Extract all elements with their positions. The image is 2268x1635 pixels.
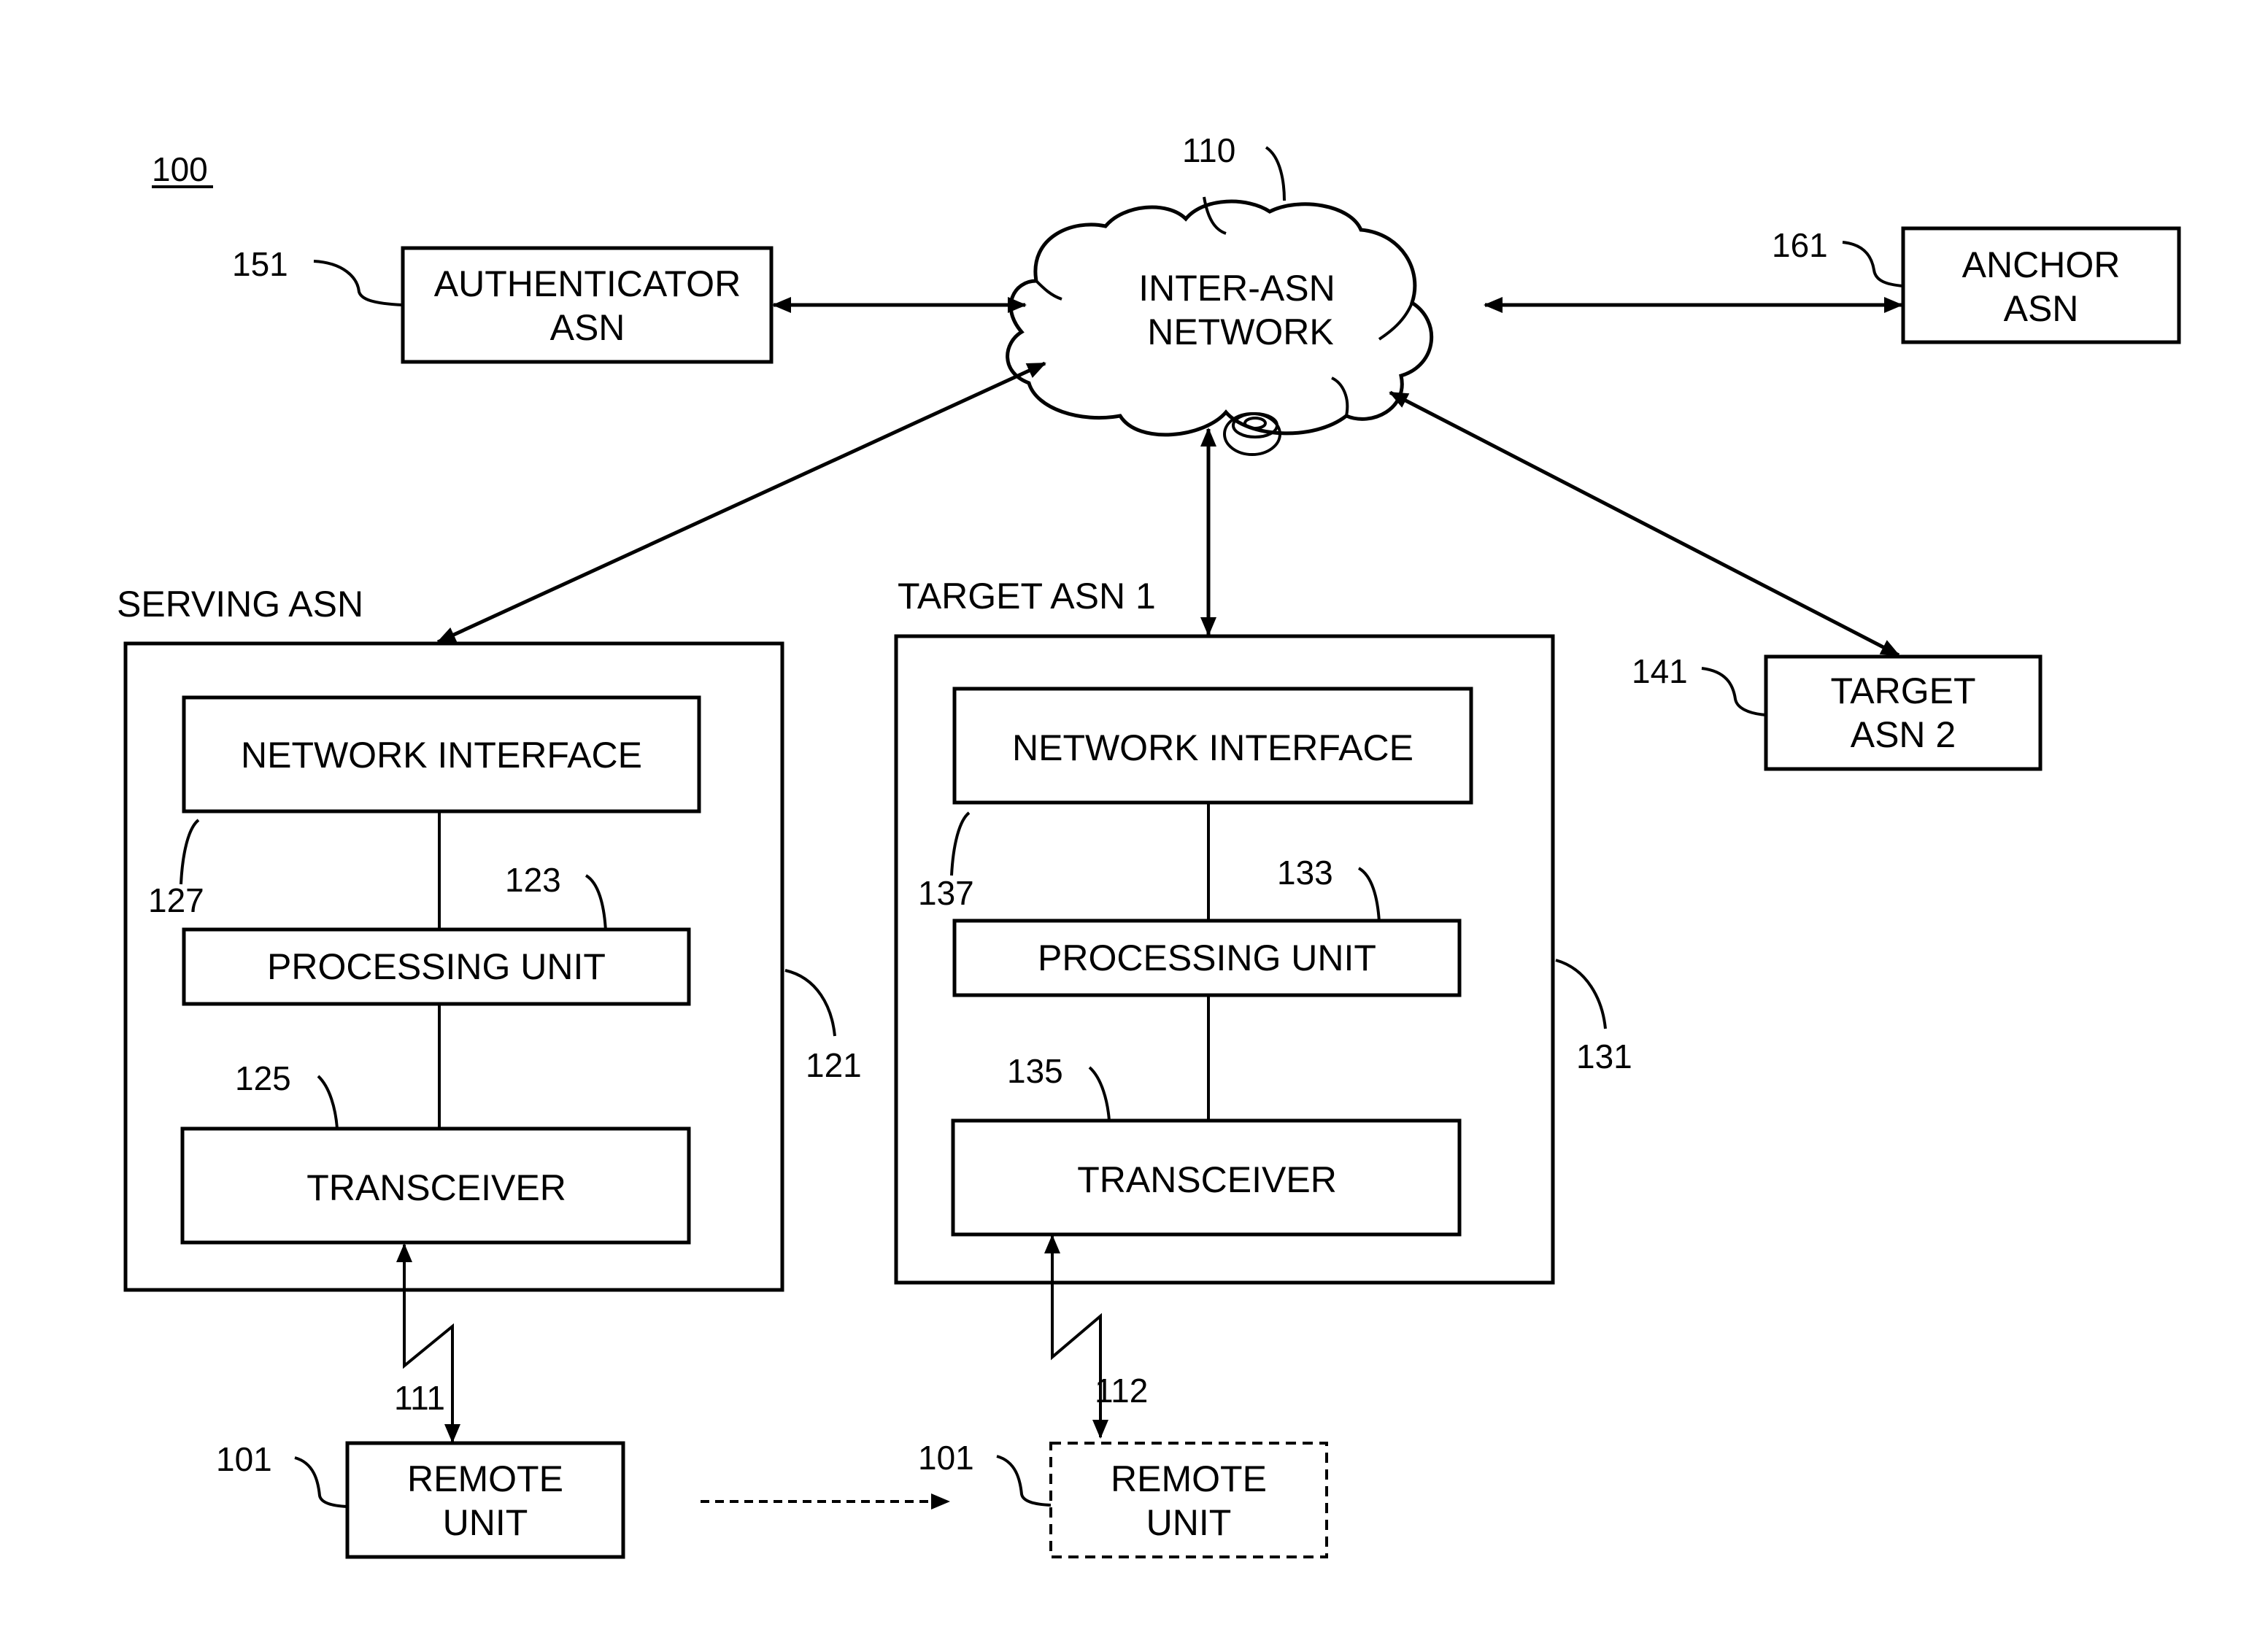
remote-unit-future-ref: 101 — [918, 1439, 974, 1477]
target1-tx-ref: 135 — [1007, 1052, 1063, 1090]
serving-asn-ref: 121 — [806, 1046, 862, 1084]
remote-unit-future: REMOTE UNIT 101 — [918, 1439, 1328, 1558]
target1-ni-ref: 137 — [918, 874, 974, 912]
diagram-canvas: 100 INTER-ASN NETWORK 110 AUTHENTICATOR … — [117, 131, 2181, 1559]
network-label-line2: NETWORK — [1147, 312, 1334, 352]
authenticator-asn: AUTHENTICATOR ASN 151 — [232, 245, 774, 364]
inter-asn-network-cloud: INTER-ASN NETWORK 110 — [1006, 131, 1434, 456]
anchor-label-line1: ANCHOR — [1962, 244, 2121, 285]
network-node-icon-inner — [1243, 417, 1267, 430]
target2-label-line2: ASN 2 — [1851, 714, 1956, 755]
network-ref: 110 — [1182, 131, 1235, 169]
remote-unit-current-ref-leader — [294, 1456, 348, 1508]
target-asn-2: TARGET ASN 2 141 — [1632, 652, 2043, 771]
anchor-asn: ANCHOR ASN 161 — [1772, 226, 2181, 344]
remote-unit-current-ref: 101 — [216, 1440, 272, 1478]
authenticator-ref-leader — [313, 260, 404, 306]
remote-unit-current-line1: REMOTE — [407, 1458, 563, 1499]
anchor-ref: 161 — [1772, 226, 1828, 264]
remote-unit-future-ref-leader — [996, 1455, 1052, 1507]
figure-ref: 100 — [152, 150, 213, 188]
network-target2-link — [1389, 390, 1900, 657]
wireless-link-112-ref: 112 — [1095, 1372, 1148, 1410]
target1-pu-ref: 133 — [1277, 854, 1333, 892]
serving-asn-title: SERVING ASN — [117, 584, 363, 625]
target2-label-line1: TARGET — [1830, 670, 1975, 711]
remote-unit-current: REMOTE UNIT 101 — [216, 1440, 625, 1559]
target2-ref: 141 — [1632, 652, 1688, 690]
network-label-line1: INTER-ASN — [1138, 268, 1335, 309]
serving-tx-ref: 125 — [235, 1059, 291, 1097]
authenticator-label-line1: AUTHENTICATOR — [434, 263, 741, 304]
target1-asn-ref-leader — [1555, 959, 1607, 1029]
serving-asn-ref-leader — [784, 969, 836, 1037]
cloud-inner-curve — [1378, 302, 1413, 341]
serving-network-interface-label: NETWORK INTERFACE — [241, 735, 642, 776]
target1-processing-unit-label: PROCESSING UNIT — [1038, 938, 1376, 978]
cloud-inner-curve — [1331, 376, 1349, 417]
remote-unit-future-line2: UNIT — [1146, 1502, 1232, 1543]
serving-transceiver-label: TRANSCEIVER — [306, 1167, 566, 1208]
cloud-inner-curve — [1035, 279, 1062, 301]
remote-unit-current-line2: UNIT — [443, 1502, 528, 1543]
serving-pu-ref: 123 — [505, 861, 561, 899]
serving-asn: SERVING ASN NETWORK INTERFACE PROCESSING… — [117, 584, 862, 1292]
authenticator-ref: 151 — [232, 245, 288, 283]
target1-asn-title: TARGET ASN 1 — [898, 576, 1156, 616]
network-ref-leader — [1265, 146, 1286, 201]
target1-network-interface-label: NETWORK INTERFACE — [1012, 727, 1413, 768]
serving-ni-ref: 127 — [148, 881, 204, 919]
wireless-link-111-ref: 111 — [394, 1379, 445, 1417]
serving-processing-unit-label: PROCESSING UNIT — [267, 946, 606, 987]
target1-transceiver-label: TRANSCEIVER — [1077, 1159, 1337, 1200]
target1-asn-ref: 131 — [1576, 1037, 1632, 1075]
remote-unit-future-line1: REMOTE — [1111, 1458, 1267, 1499]
target-asn-1: TARGET ASN 1 NETWORK INTERFACE PROCESSIN… — [894, 576, 1632, 1285]
authenticator-label-line2: ASN — [550, 307, 625, 348]
anchor-label-line2: ASN — [2004, 288, 2079, 329]
anchor-ref-leader — [1842, 241, 1904, 287]
target2-ref-leader — [1701, 667, 1767, 716]
figure-ref-number: 100 — [152, 150, 208, 188]
